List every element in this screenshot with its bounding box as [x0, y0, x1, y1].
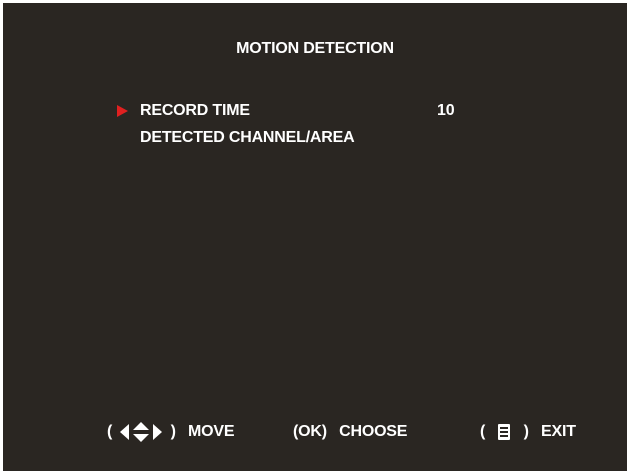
- paren-open: (: [480, 423, 486, 440]
- hint-exit-label: EXIT: [541, 423, 576, 440]
- menu-item-detected-channel-area[interactable]: DETECTED CHANNEL/AREA: [117, 128, 467, 148]
- record-time-value: 10: [437, 102, 455, 119]
- page-title: MOTION DETECTION: [236, 40, 394, 57]
- hint-exit: ( ) EXIT: [480, 421, 576, 443]
- arrow-keys-icon: [118, 421, 164, 443]
- selection-cursor-icon: [117, 105, 128, 117]
- paren-open: (: [107, 423, 113, 440]
- hint-move: ( ) MOVE: [107, 421, 235, 443]
- paren-close: ): [523, 423, 529, 440]
- menu-item-label: RECORD TIME: [140, 102, 250, 119]
- ok-key-label: (OK): [293, 423, 327, 440]
- osd-screen: MOTION DETECTION RECORD TIME 10 DETECTED…: [3, 3, 627, 471]
- menu-item-label: DETECTED CHANNEL/AREA: [140, 129, 355, 146]
- hint-choose-label: CHOOSE: [339, 423, 408, 440]
- paren-close: ): [170, 423, 176, 440]
- menu-icon: [497, 423, 511, 441]
- hint-choose: (OK) CHOOSE: [293, 421, 407, 443]
- menu-item-record-time[interactable]: RECORD TIME 10: [117, 101, 467, 121]
- hint-move-label: MOVE: [188, 423, 235, 440]
